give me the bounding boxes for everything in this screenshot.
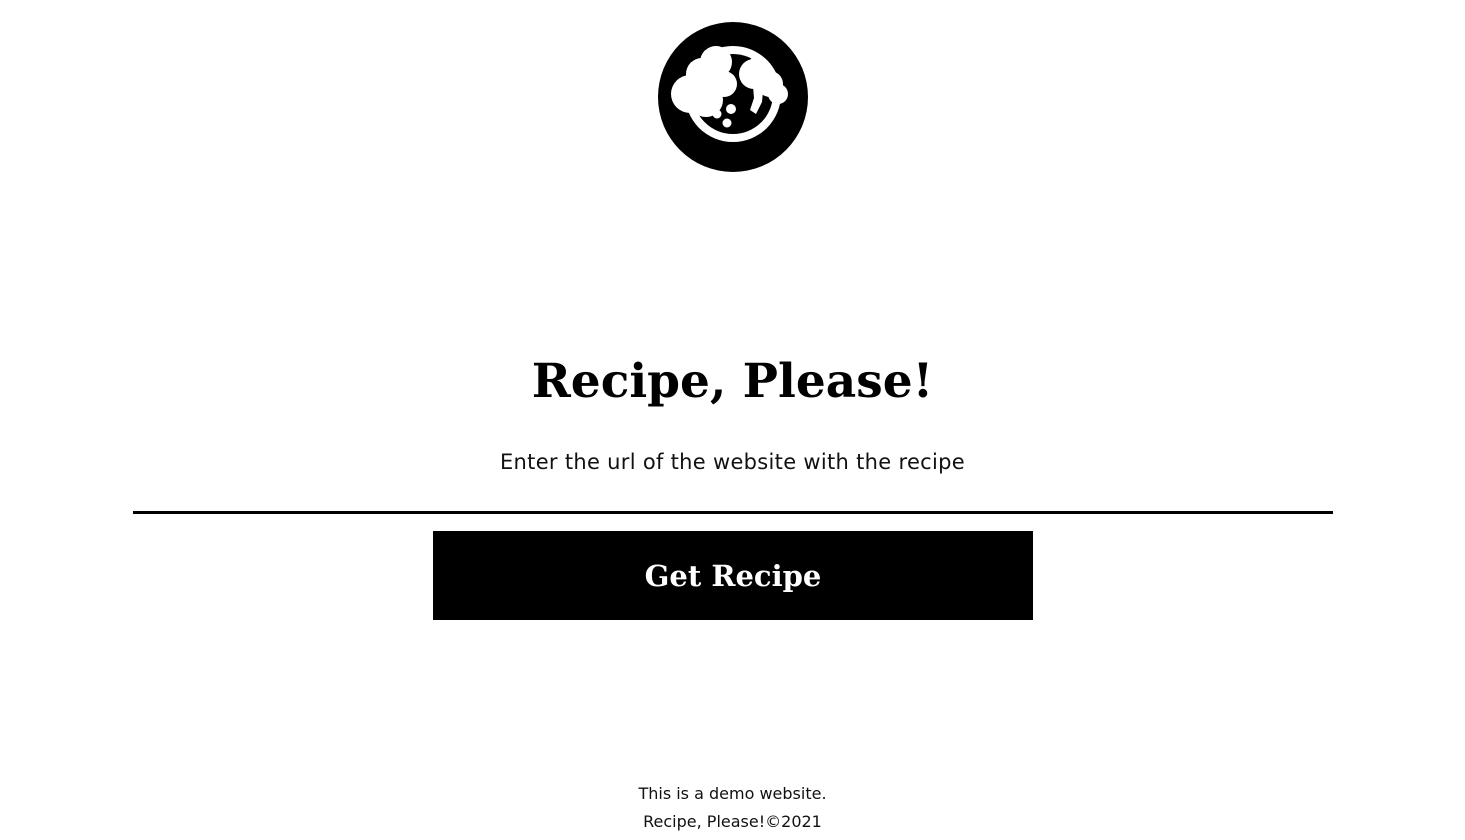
- footer-copyright: Recipe, Please!©2021: [643, 812, 822, 831]
- site-logo: [658, 22, 808, 172]
- cooking-pot-icon: [658, 22, 808, 172]
- footer: This is a demo website. Recipe, Please!©…: [0, 780, 1465, 836]
- footer-disclaimer: This is a demo website.: [638, 784, 827, 803]
- page-title: Recipe, Please!: [531, 354, 934, 409]
- url-input[interactable]: [133, 480, 1333, 514]
- get-recipe-button[interactable]: Get Recipe: [433, 531, 1033, 620]
- url-instructions: Enter the url of the website with the re…: [499, 450, 965, 474]
